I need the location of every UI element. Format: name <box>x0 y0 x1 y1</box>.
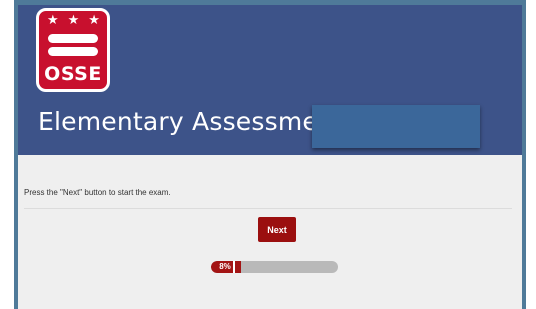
exam-page: ★★★ OSSE Elementary Assessment Press the… <box>18 5 522 309</box>
logo-text: OSSE <box>44 63 102 85</box>
logo-stripe <box>48 47 98 56</box>
logo-stripe <box>48 34 98 43</box>
redacted-box <box>312 105 480 148</box>
instruction-text: Press the "Next" button to start the exa… <box>24 188 171 197</box>
next-button[interactable]: Next <box>258 217 296 242</box>
star-icons: ★★★ <box>47 13 109 28</box>
header-banner: ★★★ OSSE Elementary Assessment <box>18 5 522 155</box>
page-title: Elementary Assessment <box>38 107 345 136</box>
osse-logo: ★★★ OSSE <box>36 8 110 92</box>
progress-label: 8% <box>219 262 231 271</box>
progress-bar: 8% <box>211 261 338 273</box>
divider <box>24 208 512 209</box>
